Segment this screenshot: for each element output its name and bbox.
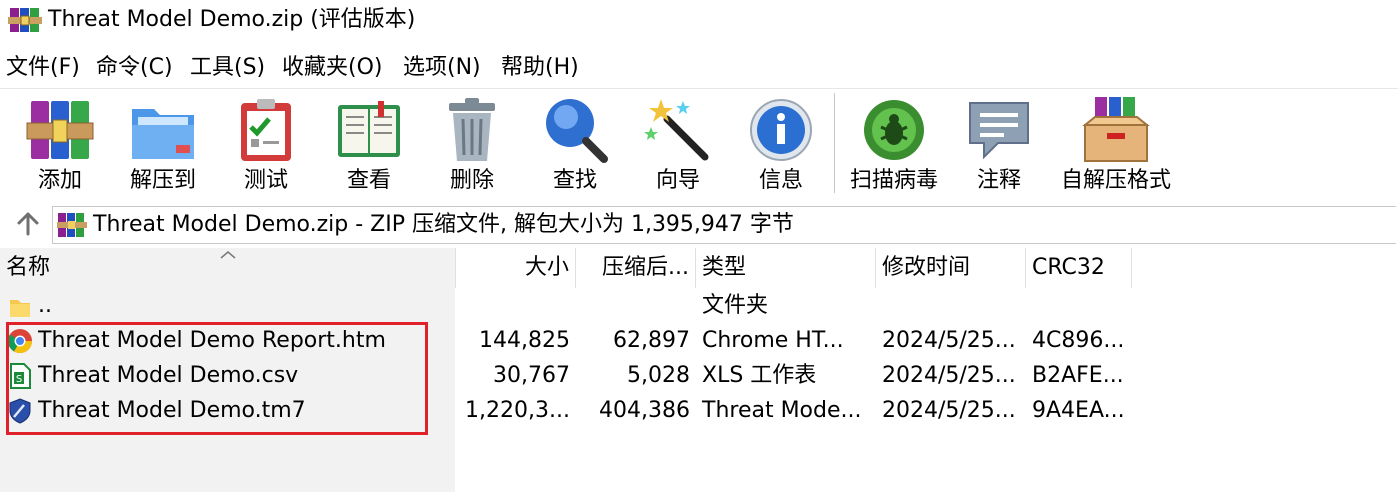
path-field[interactable]: Threat Model Demo.zip - ZIP 压缩文件, 解包大小为 …	[52, 206, 1396, 244]
extract-folder-icon	[132, 109, 194, 159]
menu-file[interactable]: 文件(F)	[6, 54, 80, 82]
comment-icon	[969, 102, 1029, 160]
menu-commands[interactable]: 命令(C)	[96, 54, 173, 82]
title-bar: Threat Model Demo.zip (评估版本)	[0, 0, 1398, 40]
column-header-crc[interactable]: CRC32	[1026, 248, 1132, 288]
file-type: Chrome HT...	[702, 328, 844, 353]
file-crc: B2AFE...	[1032, 363, 1124, 388]
info-button[interactable]: 信息	[733, 89, 829, 199]
test-clipboard-icon	[241, 99, 291, 161]
file-packed-size: 404,386	[599, 398, 690, 423]
file-size: 30,767	[493, 363, 570, 388]
column-header-type[interactable]: 类型	[696, 248, 876, 288]
sfx-label: 自解压格式	[1060, 168, 1171, 193]
find-button[interactable]: 查找	[527, 89, 623, 199]
trash-icon	[449, 98, 495, 161]
extract-button[interactable]: 解压到	[115, 89, 211, 199]
up-arrow-icon[interactable]	[14, 210, 42, 238]
comment-label: 注释	[976, 168, 1021, 193]
sfx-box-icon	[1082, 97, 1150, 162]
sfx-button[interactable]: 自解压格式	[1061, 89, 1171, 199]
column-header-name[interactable]: 名称	[0, 248, 456, 288]
info-icon	[750, 99, 812, 161]
column-header-size[interactable]: 大小	[456, 248, 576, 288]
file-name: ..	[38, 293, 52, 318]
file-modified: 2024/5/25...	[882, 398, 1016, 423]
file-packed-size: 5,028	[627, 363, 690, 388]
highlight-box	[6, 322, 428, 435]
menu-favorites[interactable]: 收藏夹(O)	[282, 54, 382, 82]
column-header-modified[interactable]: 修改时间	[876, 248, 1026, 288]
menu-options[interactable]: 选项(N)	[403, 54, 481, 82]
toolbar: 添加 解压到 测试 查看 删除 查找 向导 信息 扫描病毒 注释 自解压格式	[0, 88, 1398, 201]
file-modified: 2024/5/25...	[882, 328, 1016, 353]
address-bar: Threat Model Demo.zip - ZIP 压缩文件, 解包大小为 …	[0, 204, 1398, 244]
add-archive-icon	[26, 101, 94, 159]
file-crc: 4C896...	[1032, 328, 1125, 353]
delete-button[interactable]: 删除	[424, 89, 520, 199]
add-button[interactable]: 添加	[12, 89, 108, 199]
test-button[interactable]: 测试	[218, 89, 314, 199]
menu-bar: 文件(F) 命令(C) 工具(S) 收藏夹(O) 选项(N) 帮助(H)	[0, 50, 1398, 86]
winrar-books-icon	[57, 213, 87, 237]
view-button[interactable]: 查看	[321, 89, 417, 199]
archive-info-text: Threat Model Demo.zip - ZIP 压缩文件, 解包大小为 …	[93, 212, 794, 237]
file-crc: 9A4EA...	[1032, 398, 1125, 423]
wizard-wand-icon	[644, 99, 709, 161]
view-book-icon	[338, 101, 400, 157]
file-packed-size: 62,897	[613, 328, 690, 353]
menu-help[interactable]: 帮助(H)	[501, 54, 579, 82]
window-title: Threat Model Demo.zip (评估版本)	[48, 7, 416, 32]
file-type: 文件夹	[702, 293, 769, 318]
file-type: XLS 工作表	[702, 363, 817, 388]
menu-tools[interactable]: 工具(S)	[190, 54, 265, 82]
virus-scan-icon	[864, 100, 924, 160]
file-size: 144,825	[479, 328, 570, 353]
virus-scan-button[interactable]: 扫描病毒	[846, 89, 942, 199]
wizard-button[interactable]: 向导	[630, 89, 726, 199]
file-size: 1,220,3...	[465, 398, 570, 423]
folder-icon	[10, 300, 30, 317]
file-row-parent[interactable]: .. 文件夹	[0, 288, 1398, 323]
file-modified: 2024/5/25...	[882, 363, 1016, 388]
winrar-books-icon	[8, 8, 42, 32]
column-header-packed[interactable]: 压缩后...	[576, 248, 696, 288]
comment-button[interactable]: 注释	[951, 89, 1047, 199]
find-magnifier-icon	[546, 99, 608, 163]
file-type: Threat Mode...	[702, 398, 862, 423]
